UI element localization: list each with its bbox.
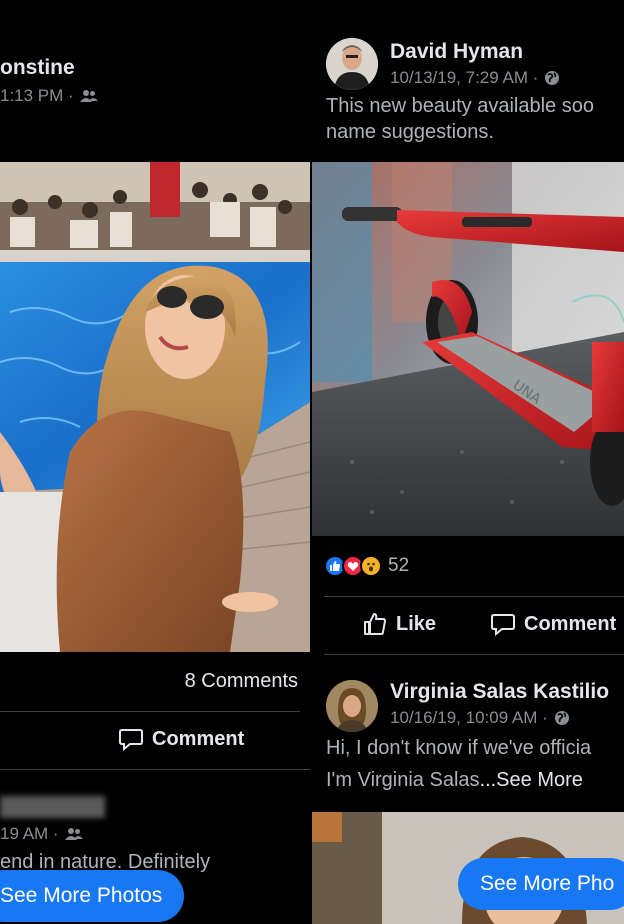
divider (0, 769, 310, 770)
post-author-name[interactable]: David Hyman (390, 40, 523, 64)
virginia-salas-avatar-image (326, 680, 378, 732)
see-more-link[interactable]: ...See More (480, 769, 583, 791)
david-hyman-avatar-image (326, 38, 378, 90)
reaction-count: 52 (388, 555, 410, 576)
left-post-column: onstine 1:13 PM · 8 Comments Comment 19 … (0, 0, 310, 924)
wow-reaction-icon (360, 555, 382, 577)
next-post-time: 19 AM · (0, 824, 59, 843)
post-timestamp: 1:13 PM · (0, 86, 98, 106)
post-timestamp: 10/13/19, 7:29 AM · (390, 68, 560, 88)
like-button[interactable]: Like (362, 611, 436, 637)
friends-icon (79, 90, 98, 102)
right-post-column: David Hyman 10/13/19, 7:29 AM · This new… (312, 0, 624, 924)
pool-photo-image (0, 162, 310, 652)
post-text-line: I'm Virginia Salas...See More (326, 766, 583, 794)
post-time: 1:13 PM · (0, 86, 74, 105)
next-post-timestamp: 19 AM · (0, 824, 83, 844)
comment-label: Comment (152, 727, 245, 750)
post-author-name[interactable]: onstine (0, 56, 75, 80)
comment-button[interactable]: Comment (490, 611, 616, 637)
post-photo[interactable]: UNA (312, 162, 624, 536)
post-timestamp: 10/16/19, 10:09 AM · (390, 708, 570, 728)
scooter-photo-image: UNA (312, 162, 624, 536)
avatar[interactable] (326, 38, 378, 90)
blurred-author-name (0, 796, 105, 818)
divider (324, 596, 624, 597)
comments-count[interactable]: 8 Comments (185, 670, 298, 693)
reactions-summary[interactable]: 52 (324, 555, 409, 577)
post-time[interactable]: 10/13/19, 7:29 AM · (390, 68, 538, 88)
globe-icon (554, 711, 569, 725)
avatar[interactable] (326, 680, 378, 732)
post-text-line: name suggestions. (326, 121, 494, 143)
see-more-photos-button[interactable]: See More Pho (458, 858, 624, 910)
globe-icon (545, 71, 560, 85)
divider (0, 711, 300, 712)
see-more-photos-button[interactable]: See More Photos (0, 870, 185, 922)
comment-button[interactable]: Comment (118, 726, 244, 752)
comment-icon (119, 729, 143, 752)
friends-icon (64, 828, 83, 840)
post-author-name[interactable]: Virginia Salas Kastilio (390, 680, 609, 704)
post-text-line: This new beauty available soo (326, 95, 594, 117)
post-photo[interactable] (0, 162, 310, 652)
post-time[interactable]: 10/16/19, 10:09 AM · (390, 708, 548, 728)
comment-icon (491, 614, 515, 637)
like-label: Like (396, 612, 437, 635)
post-text-tail: I'm Virginia Salas (326, 769, 480, 791)
divider (324, 654, 624, 655)
post-text-line: Hi, I don't know if we've officia (326, 737, 592, 759)
comment-label: Comment (524, 612, 617, 635)
thumbs-up-icon (364, 613, 386, 635)
